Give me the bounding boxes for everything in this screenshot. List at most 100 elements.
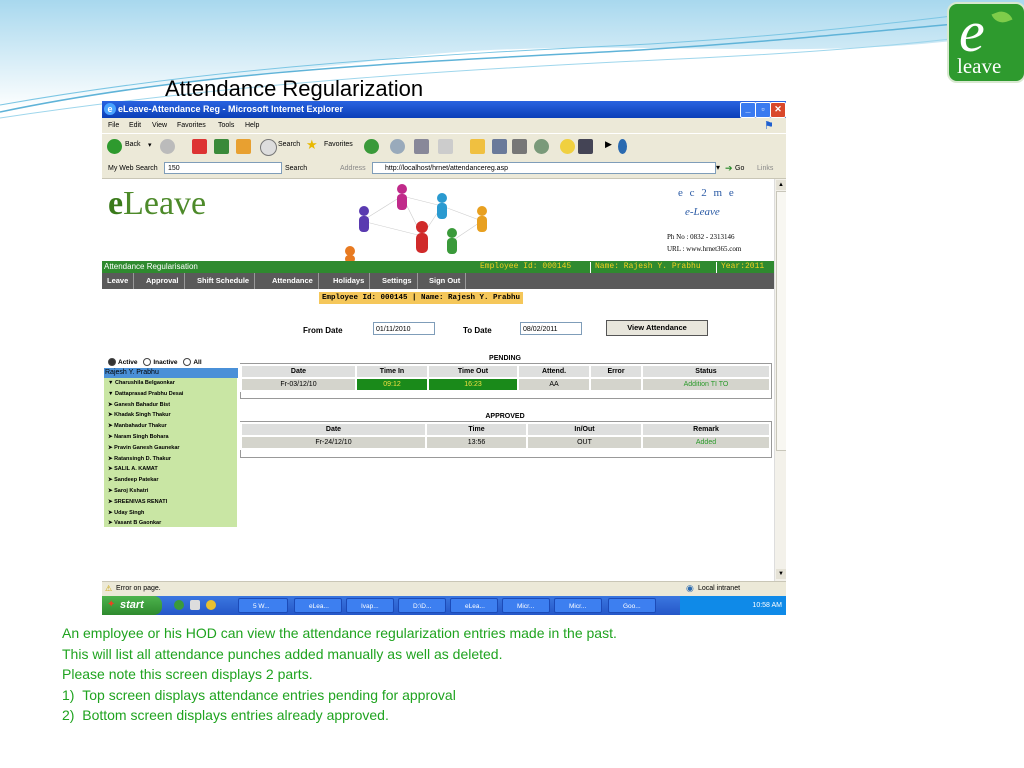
folder-icon[interactable]: [470, 139, 485, 154]
scroll-up-icon[interactable]: ▲: [776, 180, 786, 190]
col-date: Date: [242, 424, 425, 435]
zone-text: Local intranet: [698, 585, 741, 592]
window-titlebar: e eLeave-Attendance Reg - Microsoft Inte…: [102, 101, 786, 118]
nav-sign-out[interactable]: Sign Out: [424, 273, 467, 289]
nav-holidays[interactable]: Holidays: [328, 273, 371, 289]
tools-icon[interactable]: [534, 139, 549, 154]
play-icon[interactable]: ▶: [605, 139, 612, 150]
nav-settings[interactable]: Settings: [377, 273, 418, 289]
app-logo: eLeave: [108, 185, 207, 222]
nav-leave[interactable]: Leave: [102, 273, 135, 289]
back-arrow-icon[interactable]: [107, 139, 122, 154]
people-network-graphic: [345, 184, 487, 263]
go-arrow-icon[interactable]: ➔: [725, 163, 733, 174]
company-url: URL : www.hrnet365.com: [667, 245, 742, 253]
table-row[interactable]: Fr-24/12/10 13:56 OUT Added: [242, 437, 769, 448]
back-dropdown-icon[interactable]: ▾: [148, 141, 152, 149]
task-button[interactable]: Ivap...: [346, 598, 394, 613]
col-remark: Remark: [643, 424, 769, 435]
employee-item[interactable]: ➤ Uday Singh: [108, 510, 144, 516]
favorites-button[interactable]: Favorites: [324, 141, 353, 148]
person-icon[interactable]: [618, 139, 627, 154]
minimize-button[interactable]: _: [740, 102, 756, 118]
search-icon[interactable]: [260, 139, 277, 156]
employee-item[interactable]: ➤ Vasant B Gaonkar: [108, 520, 161, 526]
employee-item[interactable]: ➤ Khadak Singh Thakur: [108, 412, 171, 418]
status-text[interactable]: Error on page.: [116, 585, 161, 592]
links-label[interactable]: Links: [757, 165, 773, 172]
mail-icon[interactable]: [390, 139, 405, 154]
task-button[interactable]: eLea...: [294, 598, 342, 613]
web-search-input[interactable]: 150: [164, 162, 282, 174]
employee-item[interactable]: ▼ Dattaprasad Prabhu Desai: [108, 391, 183, 397]
description-line: 2) Bottom screen displays entries alread…: [62, 707, 389, 723]
employee-item[interactable]: ➤ Sandeep Patekar: [108, 477, 158, 483]
employee-item[interactable]: ➤ Ratansingh D. Thakur: [108, 456, 171, 462]
employee-tree-head[interactable]: Rajesh Y. Prabhu: [104, 368, 238, 378]
menu-edit[interactable]: Edit: [129, 122, 141, 129]
address-input[interactable]: http://localhost/hrnet/attendancereg.asp: [372, 162, 716, 174]
warning-icon[interactable]: ⚠: [105, 584, 112, 593]
go-button[interactable]: Go: [735, 165, 744, 172]
search-button[interactable]: Search: [278, 141, 300, 148]
employee-item[interactable]: ➤ Pravin Ganesh Gaunekar: [108, 445, 180, 451]
nav-approval[interactable]: Approval: [141, 273, 185, 289]
messenger-icon[interactable]: [492, 139, 507, 154]
scroll-thumb[interactable]: [776, 191, 786, 451]
screen-icon[interactable]: [578, 139, 593, 154]
menu-favorites[interactable]: Favorites: [177, 122, 206, 129]
close-button[interactable]: ✕: [770, 102, 786, 118]
from-date-input[interactable]: 01/11/2010: [373, 322, 435, 335]
radio-active[interactable]: Active: [108, 358, 138, 366]
stop-icon[interactable]: [192, 139, 207, 154]
edit-icon[interactable]: [438, 139, 453, 154]
view-attendance-button[interactable]: View Attendance: [606, 320, 708, 336]
smiley-icon[interactable]: [560, 139, 575, 154]
nav-attendance[interactable]: Attendance: [267, 273, 319, 289]
page-heading: Attendance Regularisation: [104, 262, 198, 271]
refresh-icon[interactable]: [214, 139, 229, 154]
slide-description: An employee or his HOD can view the atte…: [62, 623, 617, 726]
task-button[interactable]: Goo...: [608, 598, 656, 613]
quicklaunch-icon[interactable]: [174, 600, 184, 610]
print-icon[interactable]: [414, 139, 429, 154]
quicklaunch-icon[interactable]: [206, 600, 216, 610]
table-row[interactable]: Fr-03/12/10 09:12 16:23 AA Addition TI T…: [242, 379, 769, 390]
star-icon[interactable]: ★: [306, 137, 318, 153]
task-button[interactable]: Micr...: [554, 598, 602, 613]
scroll-down-icon[interactable]: ▼: [776, 569, 786, 579]
task-button[interactable]: 5 W...: [238, 598, 288, 613]
maximize-button[interactable]: ▫: [755, 102, 771, 118]
history-icon[interactable]: [364, 139, 379, 154]
clock[interactable]: 10:58 AM: [752, 602, 782, 609]
menu-file[interactable]: File: [108, 122, 119, 129]
employee-item[interactable]: ➤ Naram Singh Bohara: [108, 434, 169, 440]
vertical-scrollbar[interactable]: ▲ ▼: [774, 179, 786, 581]
back-button[interactable]: Back: [125, 141, 141, 148]
menu-view[interactable]: View: [152, 122, 167, 129]
employee-item[interactable]: ➤ Ganesh Bahadur Bist: [108, 402, 170, 408]
task-button[interactable]: Micr...: [502, 598, 550, 613]
to-date-input[interactable]: 08/02/2011: [520, 322, 582, 335]
employee-item[interactable]: ➤ Saroj Kshatri: [108, 488, 148, 494]
nav-shift-schedule[interactable]: Shift Schedule: [192, 273, 256, 289]
employee-item[interactable]: ▼ Charushila Belgaonkar: [108, 380, 175, 386]
employee-item[interactable]: ➤ SREENIVAS RENATI: [108, 499, 167, 505]
employee-item[interactable]: ➤ SALIL A. KAMAT: [108, 466, 158, 472]
quicklaunch-icon[interactable]: [190, 600, 200, 610]
pending-table: Date Time In Time Out Attend. Error Stat…: [240, 364, 771, 392]
task-button[interactable]: eLea...: [450, 598, 498, 613]
task-button[interactable]: D:\D...: [398, 598, 446, 613]
home-icon[interactable]: [236, 139, 251, 154]
forward-arrow-icon[interactable]: [160, 139, 175, 154]
cell-date: Fr-03/12/10: [242, 379, 355, 390]
menu-help[interactable]: Help: [245, 122, 259, 129]
employee-item[interactable]: ➤ Manbahadur Thakur: [108, 423, 167, 429]
web-search-button[interactable]: Search: [285, 165, 307, 172]
menu-tools[interactable]: Tools: [218, 122, 234, 129]
address-dropdown-icon[interactable]: ▾: [716, 163, 720, 172]
radio-inactive[interactable]: Inactive: [143, 358, 178, 366]
research-icon[interactable]: [512, 139, 527, 154]
approved-header-row: Date Time In/Out Remark: [242, 424, 769, 435]
radio-all[interactable]: All: [183, 358, 202, 366]
